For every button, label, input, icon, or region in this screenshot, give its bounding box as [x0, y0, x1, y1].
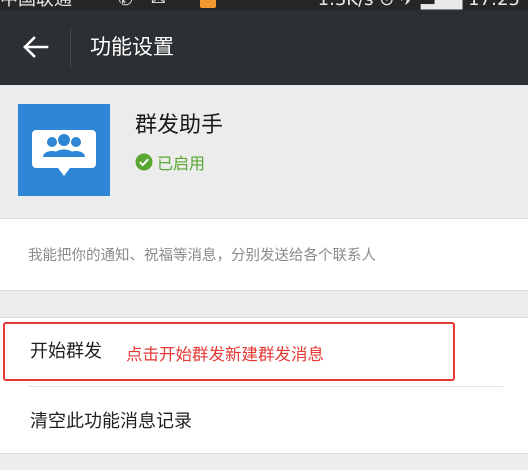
status-bar: 中国联通 ✆ ✉ 1.3K/s ⊙ ✈ ▂▄▆ 17:25 [0, 0, 528, 10]
status-label: 已启用 [157, 154, 206, 173]
clear-records-button[interactable]: 清空此功能消息记录 [0, 388, 528, 454]
description-text: 我能把你的通知、祝福等消息，分别发送给各个联系人 [28, 248, 376, 264]
app-icon [18, 104, 110, 196]
plugin-profile: 群发助手 已启用 [0, 85, 528, 212]
check-circle-icon [135, 153, 153, 171]
group-chat-icon [32, 130, 96, 176]
page-background [0, 455, 528, 470]
status-right-info: 1.3K/s ⊙ ✈ ▂▄▆ 17:25 [318, 0, 520, 9]
back-arrow-icon[interactable] [20, 32, 50, 62]
app-notification-icon [200, 0, 216, 8]
notification-icons: ✆ ✉ [118, 0, 172, 9]
carrier-label: 中国联通 [0, 0, 72, 9]
nav-bar: 功能设置 [0, 10, 528, 85]
page-title: 功能设置 [90, 35, 174, 59]
action-list: 开始群发 点击开始群发新建群发消息 清空此功能消息记录 [0, 317, 528, 454]
annotation-text: 点击开始群发新建群发消息 [126, 345, 324, 364]
status-badge: 已启用 [135, 151, 205, 173]
plugin-name: 群发助手 [135, 113, 224, 138]
nav-divider [70, 28, 71, 68]
start-broadcast-button[interactable]: 开始群发 点击开始群发新建群发消息 [0, 318, 528, 384]
row-divider [28, 386, 503, 387]
clear-records-label: 清空此功能消息记录 [30, 411, 192, 432]
description-card: 我能把你的通知、祝福等消息，分别发送给各个联系人 [0, 218, 528, 291]
